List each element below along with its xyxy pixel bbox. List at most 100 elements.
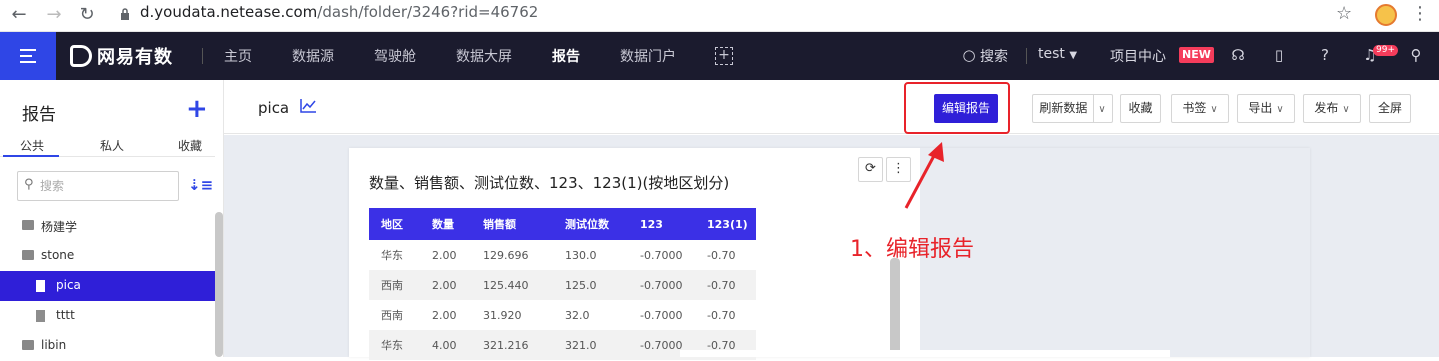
book-icon[interactable]: ▯ bbox=[1270, 46, 1288, 64]
column-header[interactable]: 销售额 bbox=[471, 208, 553, 240]
export-button[interactable]: 导出 ∨ bbox=[1237, 94, 1295, 123]
project-center-link[interactable]: 项目中心 bbox=[1110, 46, 1166, 66]
reload-icon[interactable]: ↻ bbox=[76, 4, 98, 26]
extension-avatar-icon[interactable] bbox=[1375, 4, 1397, 26]
table-cell: 西南 bbox=[381, 309, 403, 322]
search-input[interactable] bbox=[40, 176, 170, 196]
fullscreen-button[interactable]: 全屏 bbox=[1369, 94, 1411, 123]
publish-button[interactable]: 发布 ∨ bbox=[1303, 94, 1361, 123]
table-cell: 130.0 bbox=[565, 248, 597, 262]
hamburger-menu-button[interactable] bbox=[0, 32, 56, 80]
user-menu[interactable]: test ▼ bbox=[1038, 46, 1077, 62]
nav-bigscreen[interactable]: 数据大屏 bbox=[456, 46, 512, 66]
sidebar-scrollbar[interactable] bbox=[215, 212, 223, 357]
nav-report[interactable]: 报告 bbox=[552, 46, 580, 66]
search-link[interactable]: 搜索 bbox=[980, 46, 1008, 66]
table-cell: 321.0 bbox=[553, 330, 628, 360]
sidebar-title: 报告 bbox=[22, 105, 56, 125]
table-row: 西南 2.00 125.440 125.0 -0.7000 -0.70 bbox=[369, 270, 756, 300]
folder-icon bbox=[22, 220, 34, 230]
nav-portal[interactable]: 数据门户 bbox=[620, 46, 676, 66]
refresh-widget-icon[interactable]: ⟳ bbox=[858, 157, 883, 182]
chevron-down-icon: ∨ bbox=[1098, 104, 1106, 115]
divider bbox=[202, 48, 203, 64]
table-row: 西南 2.00 31.920 32.0 -0.7000 -0.70 bbox=[369, 300, 756, 330]
tree-label: 杨建学 bbox=[41, 220, 78, 234]
divider bbox=[1026, 48, 1027, 64]
chevron-down-icon: ∨ bbox=[1276, 104, 1284, 115]
tree-folder[interactable]: 杨建学 bbox=[0, 211, 215, 241]
bookmark-button[interactable]: 书签 ∨ bbox=[1171, 94, 1229, 123]
back-icon[interactable]: ← bbox=[8, 4, 30, 26]
canvas-gap bbox=[920, 148, 1310, 357]
table-cell: 129.696 bbox=[483, 248, 529, 262]
column-header[interactable]: 123 bbox=[628, 208, 695, 240]
nav-datasource[interactable]: 数据源 bbox=[292, 46, 334, 66]
forward-icon[interactable]: → bbox=[43, 4, 65, 26]
caret-down-icon: ▼ bbox=[1069, 50, 1078, 61]
table-cell: -0.7000 bbox=[628, 270, 695, 300]
column-header[interactable]: 测试位数 bbox=[553, 208, 628, 240]
url-path: /dash/folder/3246?rid=46762 bbox=[317, 3, 539, 21]
add-dashboard-icon[interactable]: + bbox=[715, 47, 733, 65]
bookmark-star-icon[interactable]: ☆ bbox=[1336, 3, 1352, 24]
table-cell: -0.7000 bbox=[640, 248, 683, 262]
publish-label: 发布 bbox=[1314, 101, 1339, 115]
chevron-down-icon: ∨ bbox=[1210, 104, 1218, 115]
table-cell: 321.216 bbox=[471, 330, 553, 360]
column-header[interactable]: 地区 bbox=[369, 208, 420, 240]
annotation-highlight-box bbox=[904, 82, 1010, 134]
report-header: pica 编辑报告 刷新数据 ∨ 收藏 书签 ∨ 导出 ∨ 发布 ∨ 全屏 bbox=[224, 80, 1439, 134]
favorite-button[interactable]: 收藏 bbox=[1120, 94, 1161, 123]
column-header[interactable]: 123(1) bbox=[695, 208, 756, 240]
search-icon: ⚲ bbox=[24, 177, 34, 192]
headset-icon[interactable]: ☊ bbox=[1229, 46, 1247, 64]
tree-folder[interactable]: stone bbox=[0, 241, 215, 271]
user-icon[interactable]: ⚲ bbox=[1407, 46, 1425, 64]
tree-label: libin bbox=[41, 338, 67, 352]
tab-private[interactable]: 私人 bbox=[100, 137, 124, 154]
refresh-data-button[interactable]: 刷新数据 ∨ bbox=[1032, 94, 1113, 123]
table-cell: 32.0 bbox=[565, 308, 590, 322]
tree-report[interactable]: tttt bbox=[0, 301, 215, 331]
new-badge: NEW bbox=[1179, 47, 1214, 63]
tooltip-strip bbox=[680, 350, 1170, 357]
column-header[interactable]: 数量 bbox=[420, 208, 471, 240]
tree-report-selected[interactable]: pica bbox=[0, 271, 215, 301]
folder-icon bbox=[22, 340, 34, 350]
report-file-icon bbox=[36, 310, 45, 322]
export-label: 导出 bbox=[1248, 101, 1273, 115]
logo[interactable]: 网易有数 bbox=[70, 44, 173, 68]
tab-favorites[interactable]: 收藏 bbox=[178, 137, 202, 154]
browser-toolbar: ← → ↻ d.youdata.netease.com/dash/folder/… bbox=[0, 0, 1439, 32]
annotation-arrow-icon bbox=[904, 142, 944, 209]
address-bar[interactable]: d.youdata.netease.com/dash/folder/3246?r… bbox=[140, 3, 538, 21]
add-report-icon[interactable]: + bbox=[186, 94, 208, 124]
chart-line-icon[interactable] bbox=[300, 98, 317, 113]
table-cell: 华东 bbox=[369, 330, 420, 360]
table-cell: -0.7000 bbox=[640, 308, 683, 322]
table-cell: 31.920 bbox=[483, 308, 522, 322]
nav-cockpit[interactable]: 驾驶舱 bbox=[374, 46, 416, 66]
table-scrollbar[interactable] bbox=[890, 258, 900, 357]
app-topbar: 网易有数 主页 数据源 驾驶舱 数据大屏 报告 数据门户 + ○ 搜索 test… bbox=[0, 32, 1439, 80]
help-icon[interactable]: ? bbox=[1316, 46, 1334, 64]
sidebar: 报告 + 公共 私人 收藏 ⚲ ⇣≡ 杨建学 stone pica tttt l… bbox=[0, 80, 224, 357]
tab-public[interactable]: 公共 bbox=[20, 137, 44, 154]
folder-icon bbox=[22, 250, 34, 260]
table-cell: -0.70 bbox=[707, 308, 736, 322]
table-row: 华东 2.00 129.696 130.0 -0.7000 -0.70 bbox=[369, 240, 756, 270]
active-tab-indicator bbox=[3, 155, 59, 157]
search-icon[interactable]: ○ bbox=[960, 46, 978, 64]
table-cell: 4.00 bbox=[420, 330, 471, 360]
table-cell: 2.00 bbox=[432, 248, 457, 262]
report-file-icon bbox=[36, 280, 45, 292]
user-name: test bbox=[1038, 46, 1065, 62]
bookmark-label: 书签 bbox=[1182, 101, 1207, 115]
logo-mark-icon bbox=[70, 45, 92, 67]
nav-home[interactable]: 主页 bbox=[224, 46, 252, 66]
table-header-row: 地区 数量 销售额 测试位数 123 123(1) bbox=[369, 208, 756, 240]
sort-icon[interactable]: ⇣≡ bbox=[188, 176, 213, 194]
url-host: d.youdata.netease.com bbox=[140, 3, 318, 21]
browser-menu-icon[interactable]: ⋮ bbox=[1411, 3, 1429, 24]
